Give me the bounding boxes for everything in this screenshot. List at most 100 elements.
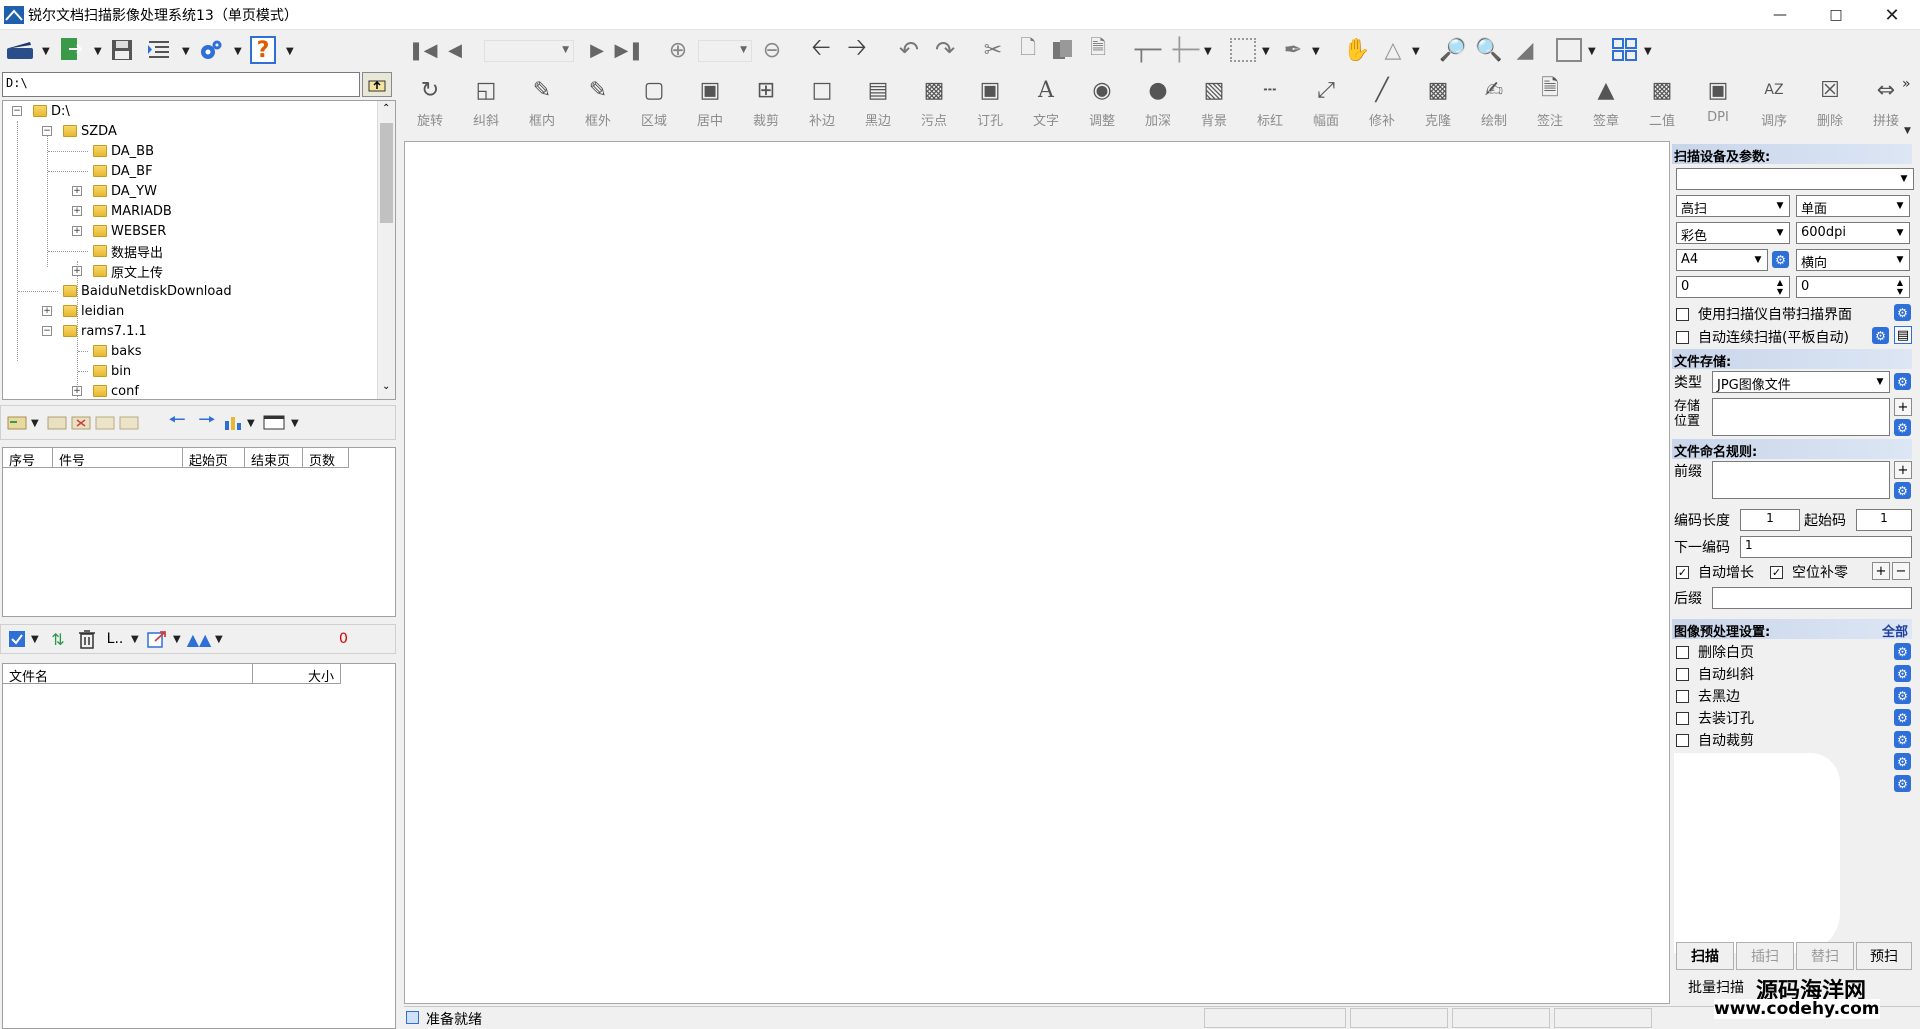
collapse-icon[interactable]: − <box>42 126 52 136</box>
maximize-button[interactable]: □ <box>1808 0 1864 30</box>
darken-button[interactable]: ● 加深 <box>1132 76 1184 138</box>
repair-button[interactable]: ╱ 修补 <box>1356 76 1408 138</box>
decrement-icon[interactable]: − <box>1892 562 1910 580</box>
chart-view-icon[interactable] <box>1556 38 1582 62</box>
save-icon[interactable] <box>110 38 134 62</box>
column-header[interactable]: 结束页 <box>245 448 303 469</box>
all-link[interactable]: 全部 <box>1882 621 1908 640</box>
view-dropdown-icon[interactable]: ▼ <box>131 634 139 645</box>
folder-up-button[interactable] <box>362 72 392 97</box>
select-rect-icon[interactable] <box>1230 38 1256 62</box>
select-dropdown-icon[interactable]: ▼ <box>1262 46 1270 57</box>
preprocess-gear-icon[interactable]: ⚙ <box>1894 687 1911 704</box>
tree-item[interactable]: rams7.1.1 <box>63 321 147 341</box>
more-chevron-icon[interactable]: » <box>1902 76 1911 92</box>
color-select[interactable]: 彩色 ▼ <box>1676 222 1790 244</box>
import-icon[interactable] <box>58 36 84 62</box>
folder-tree[interactable]: − D:\ − SZDA DA_BB DA_BF + DA_YW + MARIA… <box>2 100 396 400</box>
list-indent-icon[interactable] <box>146 38 172 62</box>
folder-close-icon[interactable] <box>119 413 139 431</box>
expand-icon[interactable]: + <box>72 206 82 216</box>
filter-icon[interactable]: ◢ <box>1512 38 1538 63</box>
tree-item[interactable]: DA_BF <box>93 161 153 181</box>
black-edge-button[interactable]: ▤ 黑边 <box>852 76 904 138</box>
grid-view-icon[interactable] <box>1612 38 1638 62</box>
save-settings-icon[interactable]: ▤ <box>1894 326 1912 344</box>
clone-button[interactable]: ▩ 克隆 <box>1412 76 1464 138</box>
hand-icon[interactable]: ✋ <box>1343 38 1370 63</box>
prescan-tab[interactable]: 预扫 <box>1856 942 1912 970</box>
tree-scrollbar[interactable]: ⌃ ⌄ <box>377 101 395 399</box>
file-type-select[interactable]: JPG图像文件 ▼ <box>1712 371 1890 393</box>
close-button[interactable]: ✕ <box>1864 0 1920 30</box>
scroll-thumb[interactable] <box>380 123 393 223</box>
zoom-in-icon[interactable]: ⊕ <box>666 38 690 63</box>
center-button[interactable]: ▣ 居中 <box>684 76 736 138</box>
next-code-field[interactable]: 1 <box>1740 536 1912 558</box>
scan-tab[interactable]: 扫描 <box>1676 942 1734 970</box>
prefix-field[interactable] <box>1712 461 1890 499</box>
text-button[interactable]: A 文字 <box>1020 76 1072 138</box>
list-view-icon[interactable]: L.. <box>105 630 125 648</box>
add-icon[interactable]: + <box>1894 398 1912 416</box>
tree-item[interactable]: leidian <box>63 301 124 321</box>
document-icon[interactable]: 🗎 <box>1086 35 1110 62</box>
region-button[interactable]: ▢ 区域 <box>628 76 680 138</box>
batch-table[interactable]: 序号 件号 起始页 结束页 页数 <box>2 447 396 617</box>
draw-button[interactable]: ✍ 绘制 <box>1468 76 1520 138</box>
back-arrow-icon[interactable]: 🠔 <box>167 407 187 431</box>
rotate-button[interactable]: ↻ 旋转 <box>404 76 456 138</box>
column-header[interactable]: 文件名 <box>3 664 253 685</box>
eyedropper-dropdown-icon[interactable]: ▼ <box>1312 46 1320 57</box>
auto-increment-checkbox[interactable]: ✓ 自动增长 <box>1676 562 1754 582</box>
tree-item[interactable]: SZDA <box>63 121 117 141</box>
file-list[interactable]: 文件名 大小 <box>2 663 396 1029</box>
pad-zero-checkbox[interactable]: ✓ 空位补零 <box>1770 562 1848 582</box>
edit-folder-icon[interactable] <box>47 413 67 431</box>
column-header[interactable]: 页数 <box>303 448 349 469</box>
stamp-tool-icon[interactable]: △ <box>1380 38 1406 63</box>
redo-icon[interactable]: ↷ <box>932 36 958 64</box>
list-dropdown-icon[interactable]: ▼ <box>182 46 190 57</box>
crop-button[interactable]: ⊞ 裁剪 <box>740 76 792 138</box>
add-icon[interactable]: + <box>1894 461 1912 479</box>
check-dropdown-icon[interactable]: ▼ <box>31 634 39 645</box>
cut-icon[interactable]: ✂ <box>980 38 1006 63</box>
background-button[interactable]: ▧ 背景 <box>1188 76 1240 138</box>
tree-item[interactable]: conf <box>93 381 139 399</box>
tree-item[interactable]: 原文上传 <box>93 261 163 281</box>
refresh-icon[interactable]: ⇅ <box>49 630 67 649</box>
preprocess-gear-icon[interactable]: ⚙ <box>1894 753 1911 770</box>
preprocess-gear-icon[interactable]: ⚙ <box>1894 643 1911 660</box>
tree-item[interactable]: DA_YW <box>93 181 157 201</box>
hole-button[interactable]: ▣ 订孔 <box>964 76 1016 138</box>
preprocess-gear-icon[interactable]: ⚙ <box>1894 709 1911 726</box>
help-dropdown-icon[interactable]: ▼ <box>286 46 294 57</box>
magnifier-icon[interactable]: 🔍 <box>1475 38 1502 63</box>
flow-icon[interactable]: ▲▲ <box>187 630 212 649</box>
paste-icon[interactable] <box>1050 38 1076 62</box>
tree-item[interactable]: DA_BB <box>93 141 154 161</box>
erase-inside-button[interactable]: ✎ 框内 <box>516 76 568 138</box>
dpi-select[interactable]: 600dpi ▼ <box>1796 222 1910 244</box>
prev-page-icon[interactable]: ◀ <box>444 38 466 62</box>
preprocess-checkbox[interactable]: 去装订孔 <box>1676 708 1754 728</box>
forward-arrow-icon[interactable]: 🠖 <box>197 407 217 431</box>
check-all-icon[interactable] <box>7 630 27 648</box>
tree-item[interactable]: WEBSER <box>93 221 166 241</box>
zoom-select[interactable]: ▼ <box>698 40 752 62</box>
scanner-dropdown-icon[interactable]: ▼ <box>42 46 50 57</box>
delete-folder-icon[interactable] <box>71 413 91 431</box>
page-select[interactable]: ▼ <box>484 40 574 62</box>
path-input[interactable]: D:\ <box>2 72 360 97</box>
scan-mode-select[interactable]: 高扫 ▼ <box>1676 195 1790 217</box>
window-dropdown-icon[interactable]: ▼ <box>291 418 299 429</box>
annotate-button[interactable]: 🗎 签注 <box>1524 76 1576 138</box>
tree-item[interactable]: bin <box>93 361 131 381</box>
tree-item[interactable]: baks <box>93 341 142 361</box>
copy-icon[interactable]: 🗋 <box>1016 35 1040 62</box>
preprocess-checkbox[interactable]: 去黑边 <box>1676 686 1740 706</box>
location-gear-icon[interactable]: ⚙ <box>1894 419 1911 436</box>
settings-dropdown-icon[interactable]: ▼ <box>234 46 242 57</box>
delete-button[interactable]: ☒ 删除 <box>1804 76 1856 138</box>
